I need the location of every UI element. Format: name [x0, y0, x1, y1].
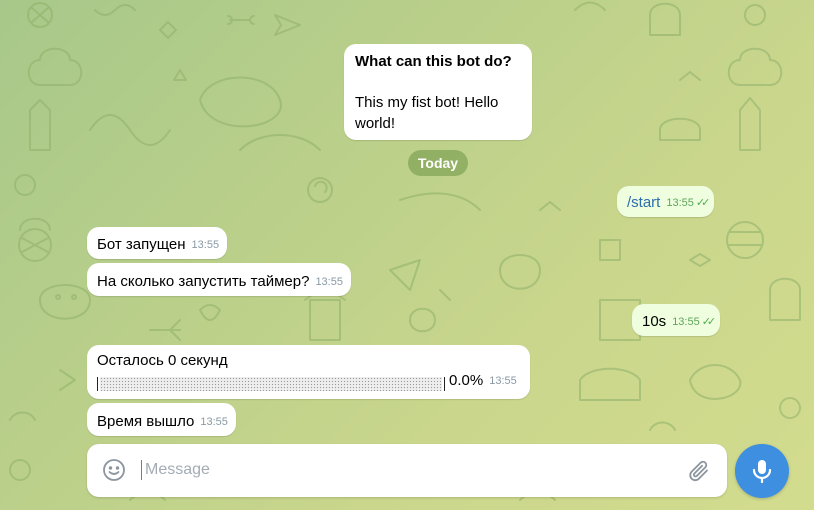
message-time: 13:55	[489, 375, 517, 387]
progress-percent: 0.0%	[449, 372, 484, 389]
message-composer: Message	[87, 444, 727, 497]
message-time: 13:55	[315, 276, 343, 288]
message-outgoing[interactable]: /start 13:55 ✓✓	[617, 186, 715, 217]
message-text: Осталось 0 секунд	[97, 352, 228, 369]
bot-command-link[interactable]: /start	[627, 193, 660, 213]
voice-record-button[interactable]	[735, 444, 789, 498]
timer-progress-bar	[97, 377, 445, 391]
paperclip-icon[interactable]	[687, 459, 711, 488]
message-time: 13:55	[666, 197, 694, 209]
message-text: Бот запущен	[97, 236, 186, 253]
bot-intro-card: What can this bot do? This my fist bot! …	[344, 44, 532, 140]
message-text: Время вышло	[97, 413, 195, 430]
date-separator[interactable]: Today	[408, 150, 468, 176]
message-input[interactable]: Message	[141, 460, 210, 480]
bot-intro-description: This my fist bot! Hello world!	[355, 94, 499, 132]
message-time: 13:55	[200, 416, 228, 428]
message-time: 13:55	[672, 316, 700, 328]
microphone-icon	[751, 458, 773, 489]
bot-intro-title: What can this bot do?	[355, 53, 512, 70]
message-incoming[interactable]: Бот запущен 13:55	[87, 227, 228, 259]
double-check-icon: ✓✓	[701, 316, 717, 328]
double-check-icon: ✓✓	[695, 197, 711, 209]
message-incoming-timer[interactable]: Осталось 0 секунд 0.0% 13:55	[87, 345, 530, 399]
message-text: 10s	[642, 313, 667, 330]
message-incoming[interactable]: Время вышло 13:55	[87, 403, 236, 436]
message-time: 13:55	[191, 239, 220, 251]
message-text: На сколько запустить таймер?	[97, 273, 310, 290]
message-incoming[interactable]: На сколько запустить таймер? 13:55	[87, 263, 351, 296]
smile-icon[interactable]	[102, 458, 126, 487]
message-outgoing[interactable]: 10s 13:55 ✓✓	[632, 304, 721, 336]
